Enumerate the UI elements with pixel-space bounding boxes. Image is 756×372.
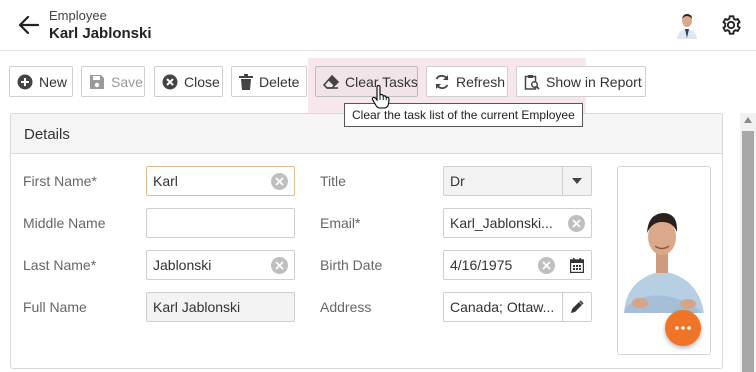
more-actions-button[interactable] [665,310,701,346]
tooltip-text: Clear the task list of the current Emplo… [352,108,575,122]
refresh-icon [434,74,450,90]
middle-name-label: Middle Name [23,215,106,231]
delete-button[interactable]: Delete [231,66,307,97]
title-select[interactable]: Dr [443,166,592,196]
refresh-button[interactable]: Refresh [426,66,508,97]
address-label: Address [320,299,372,315]
birth-date-label: Birth Date [320,257,383,273]
close-label: Close [184,73,220,90]
email-value: Karl_Jablonski... [450,215,553,231]
clear-x-icon[interactable] [568,215,585,232]
refresh-label: Refresh [456,73,506,90]
clear-x-icon[interactable] [538,257,555,274]
first-name-label: First Name* [23,173,97,189]
address-value: Canada; Ottaw... [450,299,555,315]
back-button[interactable] [17,13,41,37]
page-subtitle: Employee [49,8,107,23]
clear-x-icon[interactable] [271,257,288,274]
email-label: Email* [320,215,361,231]
scroll-up-icon[interactable] [744,117,752,123]
settings-button[interactable] [720,14,742,36]
last-name-field[interactable]: Jablonski [146,250,295,280]
chevron-down-icon [572,178,582,184]
more-dots-icon [675,326,691,330]
address-field[interactable]: Canada; Ottaw... [443,292,592,322]
close-circle-icon [162,74,178,90]
close-button[interactable]: Close [154,66,223,97]
calendar-icon [569,257,584,273]
save-button[interactable]: Save [81,66,145,97]
show-in-report-button[interactable]: Show in Report [516,66,646,97]
calendar-button[interactable] [562,251,591,279]
app-header: Employee Karl Jablonski [0,0,756,51]
arrow-left-icon [19,16,39,34]
birth-date-value: 4/16/1975 [450,257,513,273]
full-name-value: Karl Jablonski [153,299,241,315]
page-title: Karl Jablonski [49,25,152,42]
new-label: New [39,73,68,90]
title-dropdown-button[interactable] [562,167,591,195]
show-in-report-label: Show in Report [546,73,642,90]
pencil-icon [571,300,584,313]
delete-label: Delete [259,73,300,90]
full-name-field: Karl Jablonski [146,292,295,322]
report-icon [524,74,540,90]
first-name-value: Karl [153,173,178,189]
middle-name-field[interactable] [146,208,295,238]
clear-tasks-button[interactable]: Clear Tasks [315,66,418,97]
save-label: Save [111,73,143,90]
scroll-thumb[interactable] [742,131,754,372]
title-label: Title [320,173,346,189]
first-name-field[interactable]: Karl [146,166,295,196]
plus-circle-icon [17,74,33,90]
email-field[interactable]: Karl_Jablonski... [443,208,592,238]
last-name-value: Jablonski [153,257,212,273]
address-edit-button[interactable] [562,293,591,321]
trash-icon [239,73,253,90]
avatar[interactable] [674,11,700,39]
full-name-label: Full Name [23,299,87,315]
birth-date-field[interactable]: 4/16/1975 [443,250,592,280]
hand-cursor-icon [371,84,391,109]
details-title: Details [24,126,70,143]
last-name-label: Last Name* [23,257,97,273]
clear-x-icon[interactable] [271,173,288,190]
title-value: Dr [450,173,465,189]
gear-icon [722,15,741,35]
eraser-icon [323,74,339,90]
save-icon [89,74,105,90]
new-button[interactable]: New [9,66,73,97]
